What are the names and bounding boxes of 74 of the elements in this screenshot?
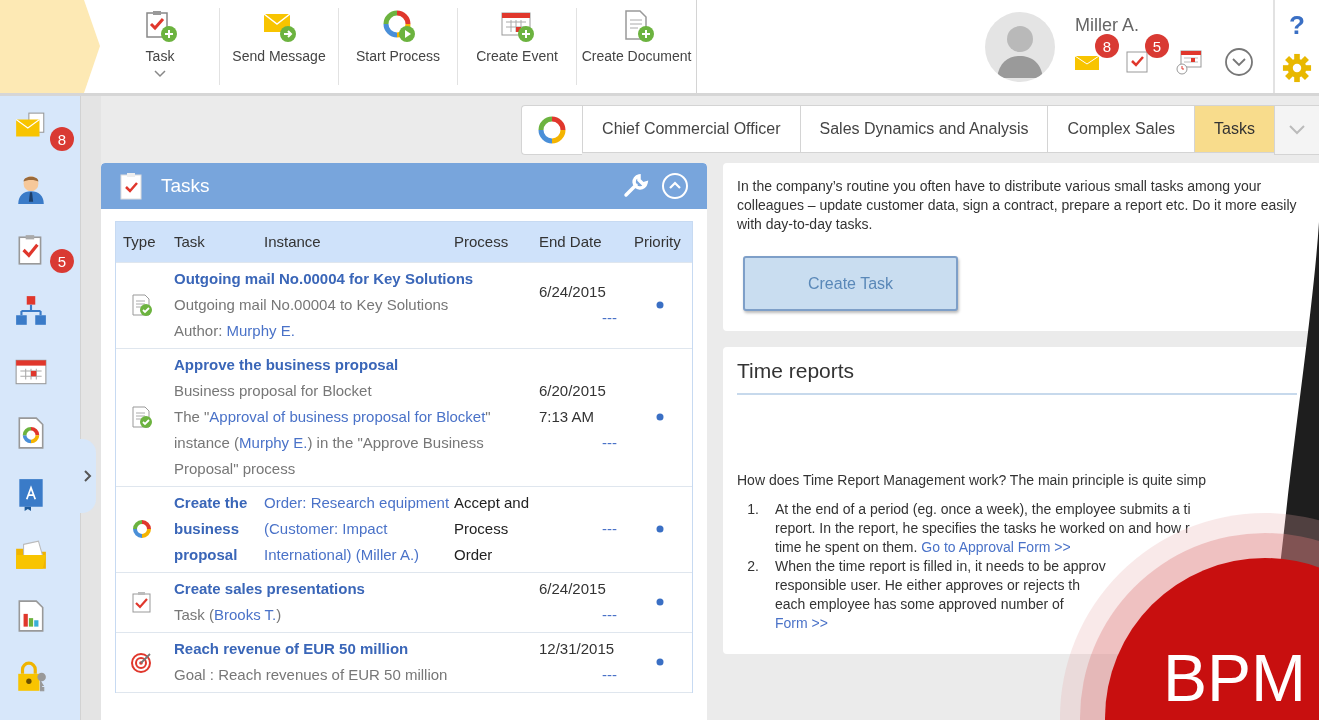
panel-title: Tasks [161,175,210,197]
due-link[interactable]: --- [539,305,617,331]
task-detail: Author: Murphy E. [174,321,296,341]
task-detail: The "Approval of business proposal for Blocket" instance (Murphy E.) in the "Approve Business Proposal" process [174,407,492,479]
column-header[interactable]: Instance [257,222,454,262]
count-badge: 5 [1145,34,1169,58]
end-date: 6/20/2015 7:13 AM [539,381,607,427]
priority-dot-icon [655,658,664,666]
logo-text: BPM [1163,642,1307,714]
tab[interactable]: Tasks [1194,105,1274,153]
clipboard-check-icon [129,590,154,614]
count-badge: 5 [50,249,74,273]
end-date: 6/24/2015 [539,282,607,302]
priority-dot-icon [655,598,664,606]
approval-form-link[interactable]: Go to Approval Form >> [921,539,1071,555]
section-title: Time reports [737,359,1297,395]
target-icon [129,650,154,674]
document-check-icon [129,293,154,317]
task-detail: Goal : Reach revenues of EUR 50 million [174,665,449,685]
column-header[interactable]: Process [454,222,532,262]
collapse-icon[interactable] [661,172,689,200]
priority-dot-icon [655,301,664,309]
task-detail: Business proposal for Blocket [174,381,373,401]
toolbar-button[interactable]: Start Process [339,8,458,85]
chevron-down-circle-icon[interactable] [1223,46,1255,78]
process-play-icon [381,8,415,42]
task-link[interactable]: Outgoing mail No.00004 for Key Solutions [174,266,532,292]
person-link[interactable]: Murphy E. [226,322,295,339]
intro-text: In the company’s routine you often have to distribute various small tasks among your colleagues – update customer data, sign a contract, prepare a report etc. Do it more easily with day-to-day tasks. [737,177,1297,234]
tab[interactable]: Complex Sales [1047,105,1195,153]
due-link[interactable]: --- [539,516,617,542]
person-link[interactable]: Brooks T. [214,606,277,623]
column-header[interactable]: Type [116,222,167,262]
approval-form-link[interactable]: Form >> [775,615,828,631]
due-link[interactable]: --- [539,602,617,628]
task-link[interactable]: Create sales presentations [174,576,532,602]
user-name: Miller A. [1075,15,1140,36]
toolbar-button[interactable]: Send Message [220,8,339,85]
toolbar-button[interactable]: Create Document [577,8,696,85]
priority-dot-icon [655,525,664,533]
clipboard-check-icon [119,172,143,200]
tab[interactable]: Sales Dynamics and Analysis [799,105,1048,153]
priority-dot-icon [655,413,664,421]
wrench-icon[interactable] [623,173,649,199]
toolbar-button[interactable]: Task [101,8,220,85]
sidebar-expand-handle[interactable] [80,439,96,513]
clipboard-add-icon [143,8,177,42]
document-check-icon [129,405,154,429]
instance-link[interactable]: Order: Research equipment (Customer: Impact International) (Miller A.) [257,490,454,568]
task-link[interactable]: Approve the business proposal [174,352,532,378]
list-item-text: At the end of a period (eg. once a week), the employee submits a ti report. In the report, he specifies the tasks he worked on and how r time he spent on them. Go to Approval Form >> [775,500,1191,557]
end-date: 12/31/2015 [539,639,616,659]
person-link[interactable]: Approval of business proposal for Blocket [209,408,486,425]
list-number: 1. [746,500,760,519]
due-link[interactable]: --- [539,430,617,456]
table-cell-text: Accept and Process Order [454,493,531,565]
org-chart-icon[interactable] [14,294,48,328]
task-link[interactable]: Create the business proposal [167,490,257,568]
count-badge: 8 [50,127,74,151]
tab[interactable]: Chief Commercial Officer [582,105,800,153]
person-link[interactable]: Murphy E. [239,434,308,451]
question-text: How does Time Report Management work? The main principle is quite simp [737,471,1207,490]
task-detail: Outgoing mail No.00004 to Key Solutions [174,295,450,315]
task-link[interactable]: Reach revenue of EUR 50 million [174,636,532,662]
count-badge: 8 [1095,34,1119,58]
end-date: 6/24/2015 [539,579,607,599]
help-button[interactable]: ? [1289,10,1305,41]
toolbar-button[interactable]: Create Event [458,8,577,85]
due-link[interactable]: --- [539,662,617,688]
task-detail: Task (Brooks T.) [174,605,283,625]
column-header[interactable]: Task [167,222,257,262]
column-header[interactable]: End Date [532,222,627,262]
column-header[interactable]: Priority [627,222,692,262]
list-number: 2. [746,557,760,576]
